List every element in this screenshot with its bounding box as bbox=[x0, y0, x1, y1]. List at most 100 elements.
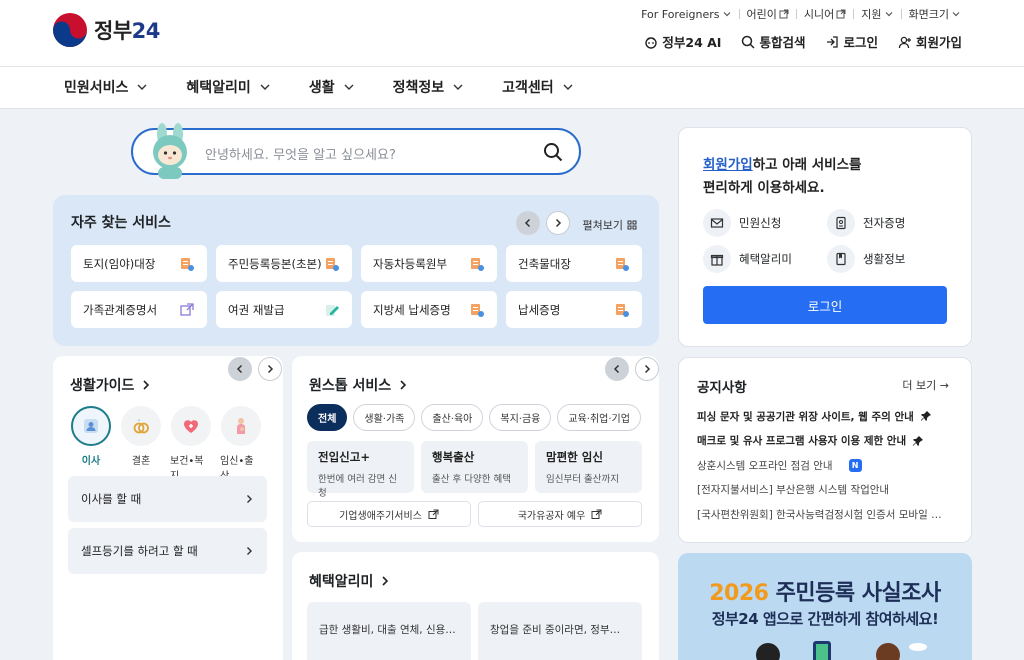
chip-childbirth[interactable]: 출산·육아 bbox=[421, 404, 484, 431]
chevron-right-icon bbox=[143, 380, 150, 390]
life-pregnancy[interactable]: 임신•출산 bbox=[220, 406, 262, 482]
chip-education-job[interactable]: 교육·취업·기업 bbox=[557, 404, 641, 431]
search-bar[interactable]: 안녕하세요. 무엇을 알고 싶으세요? bbox=[131, 123, 581, 179]
civil-application-item[interactable]: 민원신청 bbox=[703, 208, 827, 238]
service-building-registry[interactable]: 건축물대장 bbox=[506, 245, 642, 282]
util-foreigners[interactable]: For Foreigners bbox=[634, 8, 738, 21]
search-input[interactable]: 안녕하세요. 무엇을 알고 싶으세요? bbox=[205, 144, 396, 163]
util-font-size[interactable]: 화면크기 bbox=[902, 6, 968, 22]
life-row-moving[interactable]: 이사를 할 때 bbox=[68, 476, 267, 522]
logo-number: 24 bbox=[131, 19, 161, 43]
onestop-next-button[interactable] bbox=[635, 357, 659, 381]
service-resident-registration[interactable]: 주민등록등본(초본) bbox=[216, 245, 352, 282]
onestop-title[interactable]: 원스톱 서비스 bbox=[309, 375, 409, 395]
chevron-right-icon bbox=[247, 547, 252, 555]
notice-item[interactable]: 매크로 및 유사 프로그램 사용자 이용 제한 안내 bbox=[697, 429, 957, 454]
benefit-card[interactable]: 창업을 준비 중이라면, 정부… bbox=[478, 602, 642, 660]
external-link-icon bbox=[836, 9, 846, 19]
link-veterans[interactable]: 국가유공자 예우 bbox=[478, 501, 642, 527]
pin-icon bbox=[920, 411, 931, 422]
new-badge: N bbox=[848, 458, 862, 472]
life-prev-button[interactable] bbox=[228, 357, 252, 381]
life-marriage[interactable]: 결혼 bbox=[120, 406, 162, 482]
ai-button[interactable]: 정부24 AI bbox=[644, 32, 721, 51]
heart-icon bbox=[184, 420, 198, 433]
bot-icon bbox=[645, 36, 658, 49]
benefit-alert-item[interactable]: 혜택알리미 bbox=[703, 244, 827, 274]
external-link-icon bbox=[779, 9, 789, 19]
chevron-right-icon bbox=[267, 364, 274, 374]
nav-customer-center[interactable]: 고객센터 bbox=[502, 77, 574, 97]
prev-button[interactable] bbox=[516, 211, 540, 235]
service-local-tax-certificate[interactable]: 지방세 납세증명 bbox=[361, 291, 497, 328]
chevron-down-icon bbox=[260, 84, 270, 90]
expand-button[interactable]: 펼쳐보기 bbox=[583, 217, 637, 233]
notice-item[interactable]: 상훈시스템 오프라인 점검 안내 N bbox=[697, 453, 957, 478]
life-next-button[interactable] bbox=[258, 357, 282, 381]
notice-item[interactable]: [전자지불서비스] 부산은행 시스템 작업안내 bbox=[697, 478, 957, 503]
login-icon bbox=[827, 35, 839, 48]
notice-item[interactable]: 피싱 문자 및 공공기관 위장 사이트, 웹 주의 안내 bbox=[697, 404, 957, 429]
logo[interactable]: 정부24 bbox=[52, 12, 160, 48]
external-link-icon bbox=[428, 509, 439, 519]
notice-item[interactable]: [국사편찬위원회] 한국사능력검정시험 인증서 모바일 … bbox=[697, 502, 957, 527]
chevron-down-icon bbox=[723, 12, 730, 17]
life-guide-title[interactable]: 생활가이드 bbox=[70, 375, 152, 395]
promo-banner[interactable]: 2026 주민등록 사실조사 정부24 앱으로 간편하게 참여하세요! bbox=[678, 553, 972, 660]
link-business-lifecycle[interactable]: 기업생애주기서비스 bbox=[307, 501, 471, 527]
chevron-right-icon bbox=[555, 218, 562, 228]
notice-title: 공지사항 bbox=[697, 380, 747, 396]
mail-icon bbox=[710, 218, 724, 228]
chip-life-family[interactable]: 생활·가족 bbox=[353, 404, 416, 431]
document-issue-icon bbox=[616, 257, 629, 271]
life-row-self-registration[interactable]: 셀프등기를 하려고 할 때 bbox=[68, 528, 267, 574]
service-tax-certificate[interactable]: 납세증명 bbox=[506, 291, 642, 328]
login-button[interactable]: 로그인 bbox=[703, 286, 947, 324]
pin-icon bbox=[913, 435, 924, 446]
nav-policy[interactable]: 정책정보 bbox=[393, 77, 465, 97]
onestop-card-birth[interactable]: 행복출산 출산 후 다양한 혜택 bbox=[421, 441, 528, 493]
nav-life[interactable]: 생활 bbox=[309, 77, 355, 97]
util-senior[interactable]: 시니어 bbox=[797, 6, 853, 22]
signup-link[interactable]: 회원가입 bbox=[898, 32, 962, 51]
chip-all[interactable]: 전체 bbox=[307, 404, 348, 431]
chevron-left-icon bbox=[524, 218, 531, 228]
more-link[interactable]: 더 보기 → bbox=[902, 377, 949, 393]
util-support[interactable]: 지원 bbox=[854, 6, 900, 22]
life-info-item[interactable]: 생활정보 bbox=[827, 244, 951, 274]
service-passport-reissue[interactable]: 여권 재발급 bbox=[216, 291, 352, 328]
next-button[interactable] bbox=[546, 211, 570, 235]
e-certificate-item[interactable]: 전자증명 bbox=[827, 208, 951, 238]
login-panel-title: 회원가입하고 아래 서비스를 편리하게 이용하세요. bbox=[703, 157, 862, 196]
search-all-button[interactable]: 통합검색 bbox=[741, 32, 805, 51]
chevron-right-icon bbox=[247, 495, 252, 503]
onestop-card-moving[interactable]: 전입신고+ 한번에 여러 감면 신청 bbox=[307, 441, 414, 499]
nav-benefit-alert[interactable]: 혜택알리미 bbox=[186, 77, 270, 97]
service-land-registry[interactable]: 토지(임야)대장 bbox=[71, 245, 207, 282]
banner-illustration bbox=[756, 641, 927, 660]
onestop-card-pregnancy[interactable]: 맘편한 임신 임신부터 출산까지 bbox=[535, 441, 642, 493]
onestop-prev-button[interactable] bbox=[605, 357, 629, 381]
service-family-certificate[interactable]: 가족관계증명서 bbox=[71, 291, 207, 328]
util-children[interactable]: 어린이 bbox=[740, 6, 796, 22]
signup-link[interactable]: 회원가입 bbox=[703, 157, 753, 173]
notice-panel: 공지사항 더 보기 → 피싱 문자 및 공공기관 위장 사이트, 웹 주의 안내… bbox=[678, 357, 972, 543]
benefit-card[interactable]: 급한 생활비, 대출 연체, 신용… bbox=[307, 602, 471, 660]
search-icon bbox=[742, 35, 755, 49]
chevron-down-icon bbox=[563, 84, 573, 90]
chevron-left-icon bbox=[613, 364, 620, 374]
document-issue-icon bbox=[471, 257, 484, 271]
search-icon[interactable] bbox=[543, 142, 563, 162]
life-health-welfare[interactable]: 보건•복지 bbox=[170, 406, 212, 482]
benefit-title[interactable]: 혜택알리미 bbox=[309, 571, 391, 591]
main-nav: 민원서비스 혜택알리미 생활 정책정보 고객센터 bbox=[0, 66, 1024, 109]
chip-welfare-finance[interactable]: 복지·금융 bbox=[489, 404, 552, 431]
life-moving[interactable]: 이사 bbox=[70, 406, 112, 482]
document-issue-icon bbox=[181, 257, 194, 271]
nav-civil-service[interactable]: 민원서비스 bbox=[64, 77, 148, 97]
chevron-down-icon bbox=[952, 12, 960, 17]
service-car-registration[interactable]: 자동차등록원부 bbox=[361, 245, 497, 282]
external-link-icon bbox=[591, 509, 602, 519]
login-link[interactable]: 로그인 bbox=[825, 32, 878, 51]
onestop-service: 원스톱 서비스 전체 생활·가족 출산·육아 복지·금융 교육·취업·기업 전입… bbox=[292, 356, 659, 542]
